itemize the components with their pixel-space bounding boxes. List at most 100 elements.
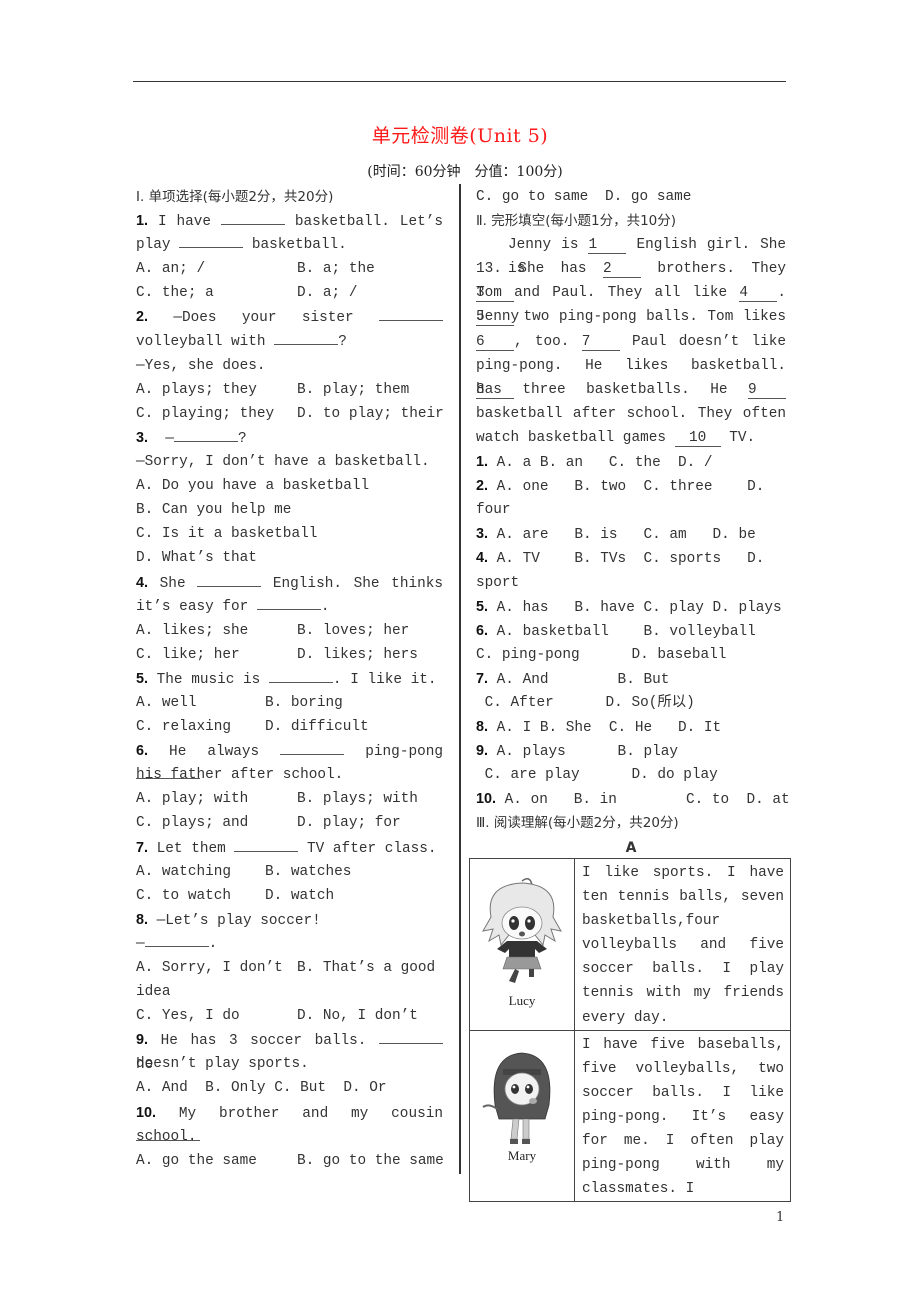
option-a[interactable]: A. well [136, 691, 265, 715]
option-b[interactable]: B. Only [205, 1080, 265, 1096]
option-c[interactable]: C. go to same [476, 185, 605, 209]
options-row: A. play; with B. plays; with [136, 787, 443, 811]
answer-blank[interactable] [268, 668, 333, 683]
option-a[interactable]: A. go the same [136, 1149, 297, 1173]
option-d[interactable]: D. What’s that [136, 546, 443, 570]
option-a[interactable]: A. watching [136, 860, 265, 884]
option-a[interactable]: A. likes; she [136, 619, 297, 643]
table-row: Mary I have five baseballs, five volleyb… [469, 1029, 791, 1203]
cloze-blank[interactable]: 5 [476, 309, 514, 327]
cloze-blank[interactable]: 1 [588, 237, 627, 255]
option-b[interactable]: B. a; the [297, 261, 375, 277]
options-row: C. playing; they D. to play; their [136, 402, 444, 426]
cloze-option[interactable]: 2. A. one B. two C. three D. [476, 474, 786, 498]
answer-blank[interactable] [256, 595, 321, 610]
option-c[interactable]: C. like; her [136, 643, 297, 667]
cloze-blank[interactable]: 7 [581, 334, 620, 351]
answer-blank[interactable] [280, 740, 345, 756]
option-c[interactable]: C. playing; they [136, 402, 297, 426]
question-2: 2. —Does your sister [136, 305, 443, 329]
question-5: 5. The music is . I like it. [136, 667, 443, 691]
options-row: C. like; her D. likes; hers [136, 643, 443, 667]
option-a[interactable]: A. play; with [136, 787, 297, 811]
character-cell: Mary [469, 1029, 575, 1203]
option-b[interactable]: B. watches [265, 864, 351, 880]
question-1-cont: play basketball. [136, 233, 443, 257]
option-b[interactable]: B. Can you help me [136, 498, 443, 522]
option-d[interactable]: D. watch [265, 888, 334, 904]
cloze-line: basketball after school. They often [476, 405, 786, 422]
answer-blank[interactable] [379, 306, 443, 322]
section-3-heading: Ⅲ. 阅读理解(每小题2分，共20分) [476, 815, 679, 832]
cloze-option[interactable]: 10. A. on B. in C. to D. at [476, 787, 790, 811]
option-b[interactable]: B. plays; with [297, 791, 418, 807]
cloze-option-cont: C. ping-pong D. baseball [476, 646, 727, 663]
option-c[interactable]: C. Is it a basketball [136, 522, 443, 546]
question-1: 1. I have basketball. Let’s [136, 209, 443, 233]
options-row: A. likes; she B. loves; her [136, 619, 443, 643]
question-9-cont: doesn’t play sports. [136, 1056, 309, 1073]
option-d[interactable]: D. go same [605, 189, 691, 205]
option-d[interactable]: D. play; for [297, 815, 401, 831]
option-a[interactable]: A. an; / [136, 257, 297, 281]
mary-illustration-icon [482, 1052, 551, 1144]
options-row: C. relaxing D. difficult [136, 715, 443, 739]
cloze-blank[interactable]: 10 [674, 430, 721, 447]
option-c[interactable]: C. to watch [136, 884, 265, 908]
cloze-blank[interactable]: 2 [602, 261, 641, 279]
question-10: 10. My brother and my cousin [136, 1101, 443, 1141]
option-c[interactable]: C. relaxing [136, 715, 265, 739]
passage-text: I have five baseballs, five volleyballs,… [574, 1029, 791, 1203]
option-d[interactable]: D. Or [343, 1080, 386, 1096]
cloze-option[interactable]: 3. A. are B. is C. am D. be [476, 522, 786, 546]
passage-text: I like sports. I have ten tennis balls, … [574, 858, 791, 1031]
option-d[interactable]: D. a; / [297, 285, 357, 301]
option-c[interactable]: C. the; a [136, 281, 297, 305]
cloze-blank[interactable]: 4 [739, 285, 778, 303]
option-c[interactable]: C. But [274, 1080, 326, 1096]
option-c[interactable]: C. plays; and [136, 811, 297, 835]
cloze-option[interactable]: 7. A. And B. But [476, 667, 786, 691]
answer-blank[interactable] [197, 572, 262, 587]
answer-blank[interactable] [234, 837, 299, 852]
cloze-option[interactable]: 1. A. a B. an C. the D. / [476, 450, 786, 474]
question-2-cont: volleyball with ? [136, 330, 443, 354]
cloze-option[interactable]: 9. A. plays B. play [476, 739, 786, 763]
option-b[interactable]: B. boring [265, 695, 343, 711]
answer-blank[interactable] [179, 233, 244, 249]
option-c[interactable]: C. Yes, I do [136, 1004, 297, 1028]
page-title: 单元检测卷(Unit 5) [371, 125, 549, 147]
cloze-option-cont: C. After D. So(所以) [476, 694, 695, 711]
table-row: Lucy I like sports. I have ten tennis ba… [469, 858, 791, 1031]
answer-blank[interactable] [220, 210, 285, 226]
option-d[interactable]: D. to play; their [297, 406, 444, 422]
option-b[interactable]: B. That’s a good [297, 960, 435, 976]
option-b[interactable]: B. play; them [297, 382, 409, 398]
option-a[interactable]: A. plays; they [136, 378, 297, 402]
cloze-blank[interactable]: 9 [748, 382, 786, 399]
option-d[interactable]: D. No, I don’t [297, 1008, 418, 1024]
answer-blank[interactable] [379, 1029, 443, 1045]
option-a[interactable]: A. Sorry, I don’t [136, 956, 297, 980]
option-b[interactable]: B. go to the same [297, 1153, 444, 1169]
question-6: 6. He always ping-pong [136, 739, 443, 780]
question-4: 4. She English. She thinks [136, 571, 443, 595]
cloze-option[interactable]: 4. A. TV B. TVs C. sports D. [476, 546, 786, 570]
cloze-option-cont: four [476, 502, 511, 519]
cloze-option[interactable]: 6. A. basketball B. volleyball [476, 619, 786, 643]
cloze-line: Jenny is 1 English girl. She is [508, 237, 786, 278]
option-a[interactable]: A. And [136, 1080, 188, 1096]
cloze-option[interactable]: 8. A. I B. She C. He D. It [476, 715, 786, 739]
option-d[interactable]: D. difficult [265, 719, 369, 735]
answer-blank[interactable] [274, 330, 339, 345]
option-d[interactable]: D. likes; hers [297, 647, 418, 663]
option-b-cont: idea [136, 984, 171, 1001]
cloze-option-cont: C. are play D. do play [476, 767, 718, 784]
cloze-blank[interactable]: 6 [476, 334, 514, 351]
answer-blank[interactable] [173, 427, 238, 442]
answer-blank[interactable] [144, 932, 209, 947]
cloze-option[interactable]: 5. A. has B. have C. play D. plays [476, 595, 786, 619]
option-a[interactable]: A. Do you have a basketball [136, 474, 443, 498]
option-b[interactable]: B. loves; her [297, 623, 409, 639]
question-7: 7. Let them TV after class. [136, 836, 443, 860]
